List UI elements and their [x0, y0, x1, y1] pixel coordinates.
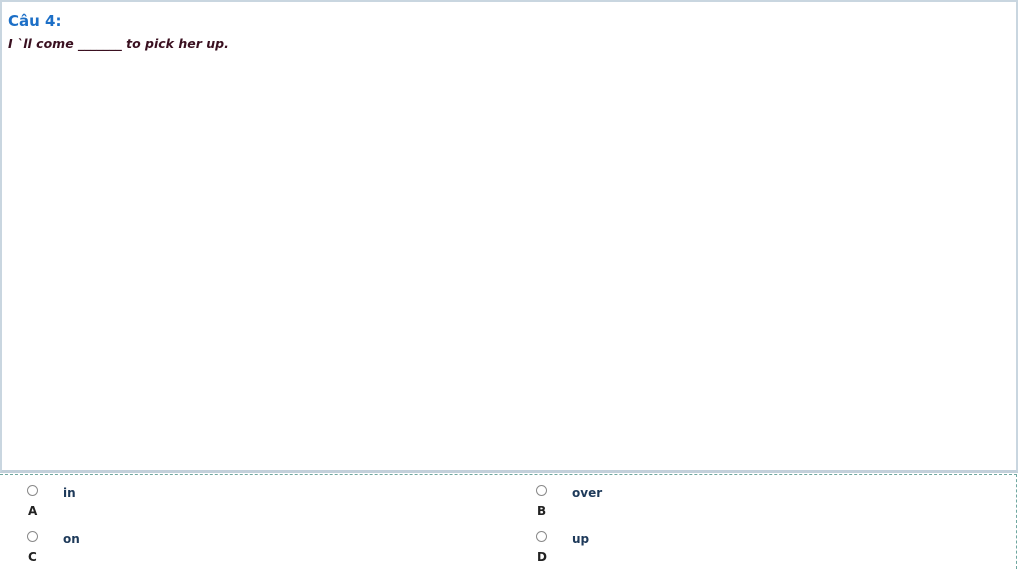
question-panel: Câu 4: I `ll come _______ to pick her up…	[0, 0, 1018, 473]
radio-button-c[interactable]	[27, 531, 38, 542]
answer-letter-d: D	[537, 550, 547, 564]
answer-option-a[interactable]: in A	[27, 485, 327, 527]
answer-letter-b: B	[537, 504, 547, 518]
question-text: I `ll come _______ to pick her up.	[8, 36, 229, 51]
question-title: Câu 4:	[8, 12, 62, 30]
answer-options-panel: in A over B on C up D	[0, 474, 1017, 569]
answer-text-d[interactable]: up	[572, 532, 589, 546]
radio-button-d[interactable]	[536, 531, 547, 542]
answer-option-c[interactable]: on C	[27, 531, 327, 573]
answer-option-b[interactable]: over B	[536, 485, 836, 527]
answer-letter-a: A	[28, 504, 38, 518]
radio-button-b[interactable]	[536, 485, 547, 496]
answer-text-a[interactable]: in	[63, 486, 76, 500]
answer-text-b[interactable]: over	[572, 486, 602, 500]
answer-option-d[interactable]: up D	[536, 531, 836, 573]
answer-letter-c: C	[28, 550, 37, 564]
radio-button-a[interactable]	[27, 485, 38, 496]
answer-text-c[interactable]: on	[63, 532, 80, 546]
